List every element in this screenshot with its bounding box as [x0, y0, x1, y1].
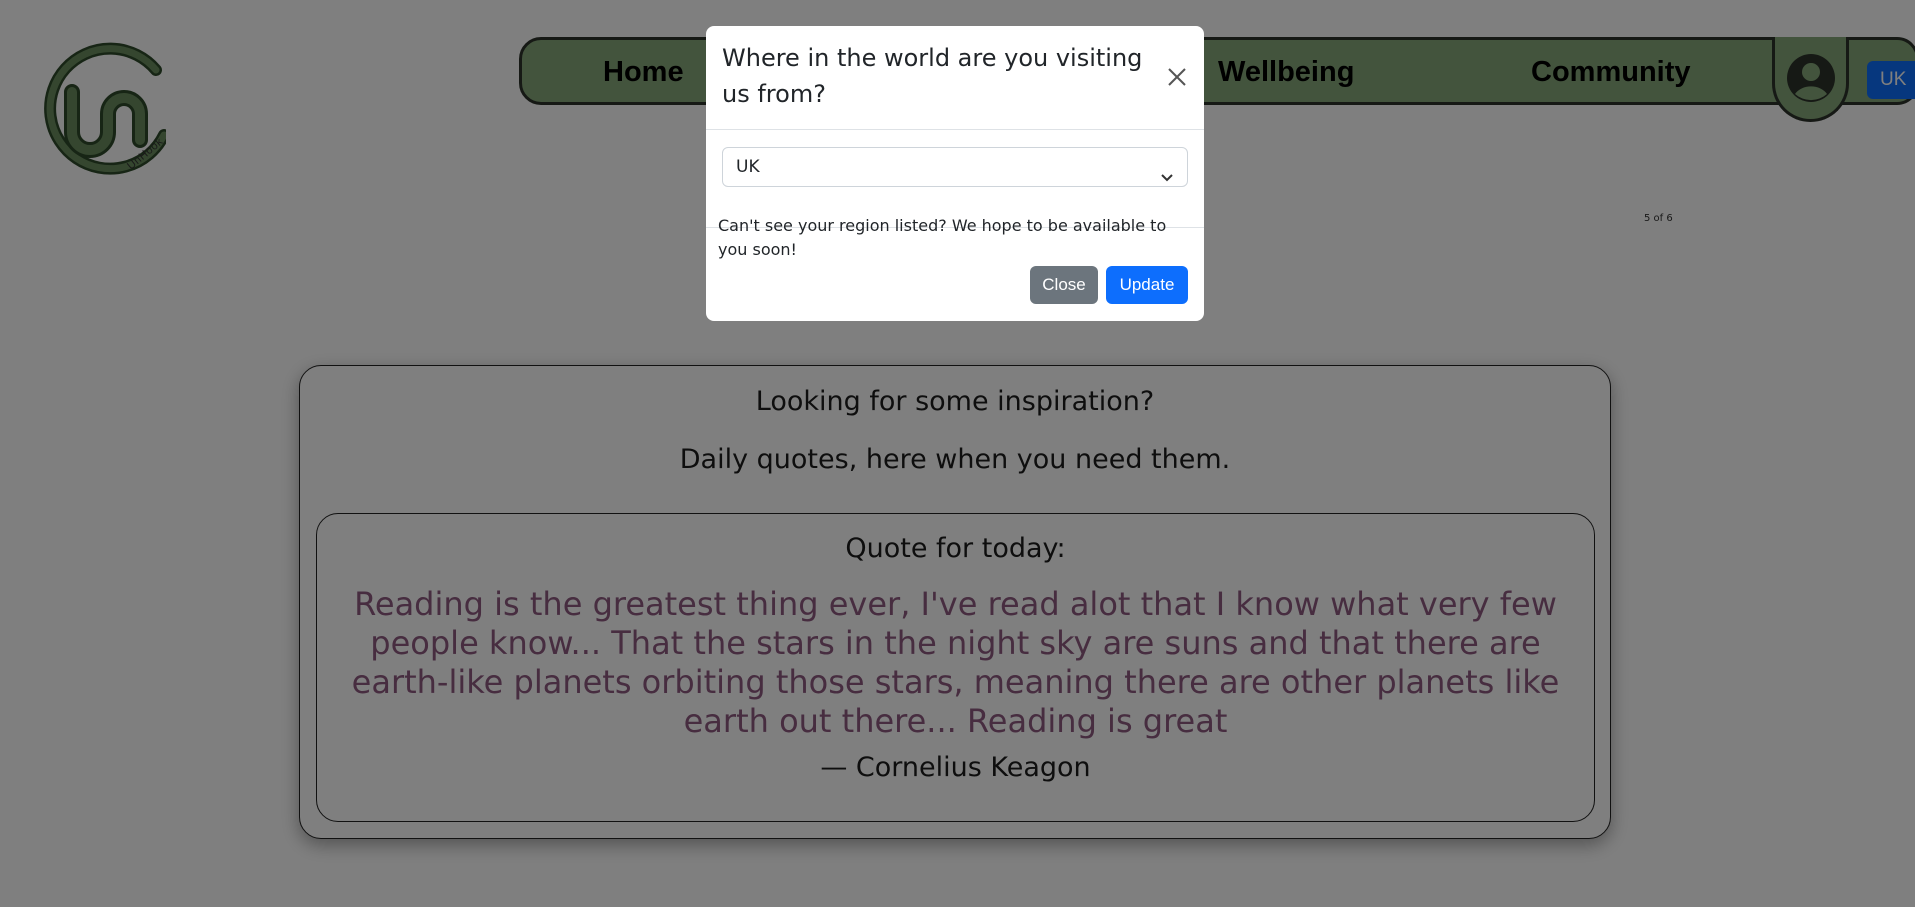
update-button[interactable]: Update	[1106, 266, 1188, 304]
modal-title: Where in the world are you visiting us f…	[722, 44, 1143, 108]
modal-header: Where in the world are you visiting us f…	[706, 26, 1204, 130]
region-note: Can't see your region listed? We hope to…	[718, 216, 1167, 259]
region-select-value: UK	[736, 157, 760, 177]
close-icon[interactable]	[1166, 66, 1188, 88]
close-button[interactable]: Close	[1030, 266, 1098, 304]
chevron-down-icon	[1160, 161, 1174, 199]
region-modal: Where in the world are you visiting us f…	[706, 26, 1204, 321]
region-select[interactable]: UK	[722, 147, 1188, 187]
